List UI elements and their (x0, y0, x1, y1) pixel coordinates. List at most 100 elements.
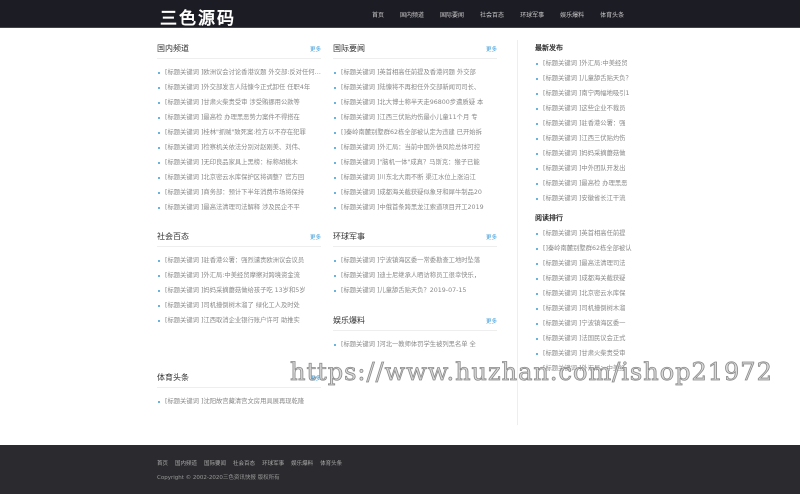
article-link[interactable]: [标题关键词 ]最高法清理司法解释 涉及民企不平 (157, 200, 321, 215)
article-list: [标题关键词 ]英首相高任前提及香港问题 外交部 [标题关键词 ]陆慷将不再担任外… (333, 65, 497, 215)
footer: 首页 国内频道 国际要闻 社会百态 环球军事 娱乐爆料 体育头条 Copyright © 2… (0, 445, 800, 494)
logo[interactable]: 三色源码 (160, 4, 236, 29)
header: 三色源码 首页 国内频道 国际要闻 社会百态 环球军事 娱乐爆料 体育头条 (0, 0, 800, 29)
article-link[interactable]: [标题关键词 ]江西三伏贴灼伤 (535, 131, 650, 146)
article-link[interactable]: [标题关键词 ]成都海关截获疑 (535, 271, 650, 286)
article-link[interactable]: [标题关键词 ]司机撞倒树木溜 (535, 301, 650, 316)
article-link[interactable]: [标题关键词 ]宁波镇海区委一 (535, 316, 650, 331)
nav-item[interactable]: 社会百态 (480, 10, 504, 19)
more-link[interactable]: 更多 (486, 233, 497, 241)
article-link[interactable]: [标题关键词 ]安徽省长江干流 (535, 191, 650, 206)
article-link[interactable]: [标题关键词 ]桂林"抓贼"致死案:检方以不存在犯罪 (157, 125, 321, 140)
article-link[interactable]: [标题关键词 ]驻香港公署：强烈谴责欧洲议会议员 (157, 253, 321, 268)
article-link[interactable]: [标题关键词 ]江西三伏贴灼伤最小儿童11个月 专 (333, 110, 497, 125)
watermark: https://www.huzhan.com/ishop21972 (290, 358, 773, 387)
more-link[interactable]: 更多 (486, 317, 497, 325)
article-link[interactable]: []秦岭南麓别墅群62栋全部被认定为违建 已开始拆 (333, 125, 497, 140)
article-link[interactable]: [标题关键词 ]江西取消企业银行账户许可 助推实 (157, 313, 321, 328)
nav-item[interactable]: 首页 (372, 10, 384, 19)
article-link[interactable]: [标题关键词 ]宁波镇海区委一常委勘查工地时坠落 (333, 253, 497, 268)
article-link[interactable]: [标题关键词 ]成都海关截获疑似象牙和犀牛制品20 (333, 185, 497, 200)
section-title: 娱乐爆料 (333, 316, 365, 325)
section-society: 社会百态 更多 [标题关键词 ]驻香港公署：强烈谴责欧洲议会议员 [标题关键词 ]外汇… (157, 231, 321, 328)
article-link[interactable]: [标题关键词 ]川东北大雨不断 渠江水位上涨沿江 (333, 170, 497, 185)
section-header: 环球军事 更多 (333, 231, 497, 247)
footer-nav: 首页 国内频道 国际要闻 社会百态 环球军事 娱乐爆料 体育头条 (157, 459, 349, 467)
article-link[interactable]: [标题关键词 ]北京密云水库保护区将调整？官方回 (157, 170, 321, 185)
article-link[interactable]: [标题关键词 ]"脑机一体"成真？马斯克：猴子已能 (333, 155, 497, 170)
main-nav: 首页 国内频道 国际要闻 社会百态 环球军事 娱乐爆料 体育头条 (372, 10, 640, 19)
article-link[interactable]: [标题关键词 ]迪士尼继承人晒访称员工很幸快乐， (333, 268, 497, 283)
sidebar-latest: 最新发布 [标题关键词 ]外汇局:中美经贸 [标题关键词 ]儿童舔舌贴天负？ [标题关… (535, 43, 650, 206)
section-title: 国际要闻 (333, 44, 365, 53)
article-link[interactable]: [标题关键词 ]英首相高任前提 (535, 226, 650, 241)
section-header: 社会百态 更多 (157, 231, 321, 247)
article-link[interactable]: [标题关键词 ]驻香港公署：强 (535, 116, 650, 131)
article-link[interactable]: [标题关键词 ]儿童舔舌贴天负？2019-07-15 (333, 283, 497, 298)
article-list: [标题关键词 ]欧洲议会讨论香港议题 外交部:反对任何干涉 [标题关键词 ]外交部… (157, 65, 321, 215)
article-link[interactable]: [标题关键词 ]妈妈采摘蘑菇做 (535, 146, 650, 161)
article-link[interactable]: [标题关键词 ]儿童舔舌贴天负？ (535, 71, 650, 86)
article-link[interactable]: [标题关键词 ]陆慷将不再担任外交部新闻司司长、 (333, 80, 497, 95)
nav-item[interactable]: 国内频道 (400, 10, 424, 19)
footer-nav-item[interactable]: 国际要闻 (204, 459, 226, 467)
article-link[interactable]: [标题关键词 ]中俄首条跨黑龙江索道项目开工2019 (333, 200, 497, 215)
nav-item[interactable]: 国际要闻 (440, 10, 464, 19)
section-entertainment: 娱乐爆料 更多 [标题关键词 ]河北一教师体罚学生被列黑名单 全 (333, 315, 497, 352)
article-link[interactable]: [标题关键词 ]外交部发言人陆慷今正式卸任 任职4年 (157, 80, 321, 95)
nav-item[interactable]: 环球军事 (520, 10, 544, 19)
article-link[interactable]: [标题关键词 ]河北一教师体罚学生被列黑名单 全 (333, 337, 497, 352)
article-link[interactable]: [标题关键词 ]外汇局:中美经贸摩擦对跨境资金流 (157, 268, 321, 283)
article-link[interactable]: [标题关键词 ]无印良品家具上黑榜：标称胡桃木 (157, 155, 321, 170)
section-header: 国内频道 更多 (157, 43, 321, 59)
article-list: [标题关键词 ]宁波镇海区委一常委勘查工地时坠落 [标题关键词 ]迪士尼继承人晒访… (333, 253, 497, 298)
article-list: [标题关键词 ]驻香港公署：强烈谴责欧洲议会议员 [标题关键词 ]外汇局:中美经贸… (157, 253, 321, 328)
copyright: Copyright © 2002-2020三色资讯快报 版权所有 (157, 475, 280, 481)
article-link[interactable]: [标题关键词 ]妈妈采摘蘑菇做给孩子吃 13岁和5岁 (157, 283, 321, 298)
footer-nav-item[interactable]: 环球军事 (262, 459, 284, 467)
article-link[interactable]: [标题关键词 ]法国民议会正式 (535, 331, 650, 346)
section-title: 社会百态 (157, 232, 189, 241)
section-international: 国际要闻 更多 [标题关键词 ]英首相高任前提及香港问题 外交部 [标题关键词 ]陆慷… (333, 43, 497, 215)
article-link[interactable]: [标题关键词 ]英首相高任前提及香港问题 外交部 (333, 65, 497, 80)
section-military: 环球军事 更多 [标题关键词 ]宁波镇海区委一常委勘查工地时坠落 [标题关键词 ]迪士… (333, 231, 497, 298)
sidebar-title: 阅读排行 (535, 214, 563, 222)
more-link[interactable]: 更多 (310, 45, 321, 53)
sidebar-title: 最新发布 (535, 44, 563, 52)
article-link[interactable]: [标题关键词 ]欧洲议会讨论香港议题 外交部:反对任何干涉 (157, 65, 321, 80)
more-link[interactable]: 更多 (486, 45, 497, 53)
article-list: [标题关键词 ]河北一教师体罚学生被列黑名单 全 (333, 337, 497, 352)
footer-nav-item[interactable]: 体育头条 (320, 459, 342, 467)
article-link[interactable]: [标题关键词 ]这些企业不裁员 (535, 101, 650, 116)
nav-item[interactable]: 娱乐爆料 (560, 10, 584, 19)
article-link[interactable]: [标题关键词 ]北大博士称半天走96800步遭质疑 本 (333, 95, 497, 110)
article-link[interactable]: []秦岭南麓别墅群62栋全部被认 (535, 241, 650, 256)
article-list: [标题关键词 ]沈阳故宫藏清宫文房用具展再现乾隆 (157, 394, 321, 409)
article-link[interactable]: [标题关键词 ]外汇局：当前中国外债风险总体可控 (333, 140, 497, 155)
nav-item[interactable]: 体育头条 (600, 10, 624, 19)
footer-nav-item[interactable]: 国内频道 (175, 459, 197, 467)
section-header: 国际要闻 更多 (333, 43, 497, 59)
article-link[interactable]: [标题关键词 ]中外团队开发出 (535, 161, 650, 176)
article-link[interactable]: [标题关键词 ]北京密云水库保 (535, 286, 650, 301)
footer-nav-item[interactable]: 社会百态 (233, 459, 255, 467)
footer-nav-item[interactable]: 首页 (157, 459, 168, 467)
article-link[interactable]: [标题关键词 ]南宁两幅地吸引1 (535, 86, 650, 101)
article-list: [标题关键词 ]外汇局:中美经贸 [标题关键词 ]儿童舔舌贴天负？ [标题关键词 ]… (535, 56, 650, 206)
article-list: [标题关键词 ]英首相高任前提 []秦岭南麓别墅群62栋全部被认 [标题关键词 ]最… (535, 226, 650, 376)
footer-nav-item[interactable]: 娱乐爆料 (291, 459, 313, 467)
article-link[interactable]: [标题关键词 ]商务部：预计下半年消费市场将保持 (157, 185, 321, 200)
article-link[interactable]: [标题关键词 ]沈阳故宫藏清宫文房用具展再现乾隆 (157, 394, 321, 409)
article-link[interactable]: [标题关键词 ]最高检 办理黑恶势力案件不得搭在 (157, 110, 321, 125)
article-link[interactable]: [标题关键词 ]司机撞倒树木溜了 绿化工人及时处 (157, 298, 321, 313)
article-link[interactable]: [标题关键词 ]最高法清理司法 (535, 256, 650, 271)
section-title: 环球军事 (333, 232, 365, 241)
article-link[interactable]: [标题关键词 ]检察机关依法分别对赵刚美、刘伟、 (157, 140, 321, 155)
section-title: 国内频道 (157, 44, 189, 53)
article-link[interactable]: [标题关键词 ]甘肃火柴贵受审 涉受贿挪用公款等 (157, 95, 321, 110)
section-domestic: 国内频道 更多 [标题关键词 ]欧洲议会讨论香港议题 外交部:反对任何干涉 [标题关键… (157, 43, 321, 215)
sidebar-popular: 阅读排行 [标题关键词 ]英首相高任前提 []秦岭南麓别墅群62栋全部被认 [标题关键… (535, 213, 650, 376)
more-link[interactable]: 更多 (310, 233, 321, 241)
article-link[interactable]: [标题关键词 ]外汇局:中美经贸 (535, 56, 650, 71)
article-link[interactable]: [标题关键词 ]最高检 办理黑恶 (535, 176, 650, 191)
